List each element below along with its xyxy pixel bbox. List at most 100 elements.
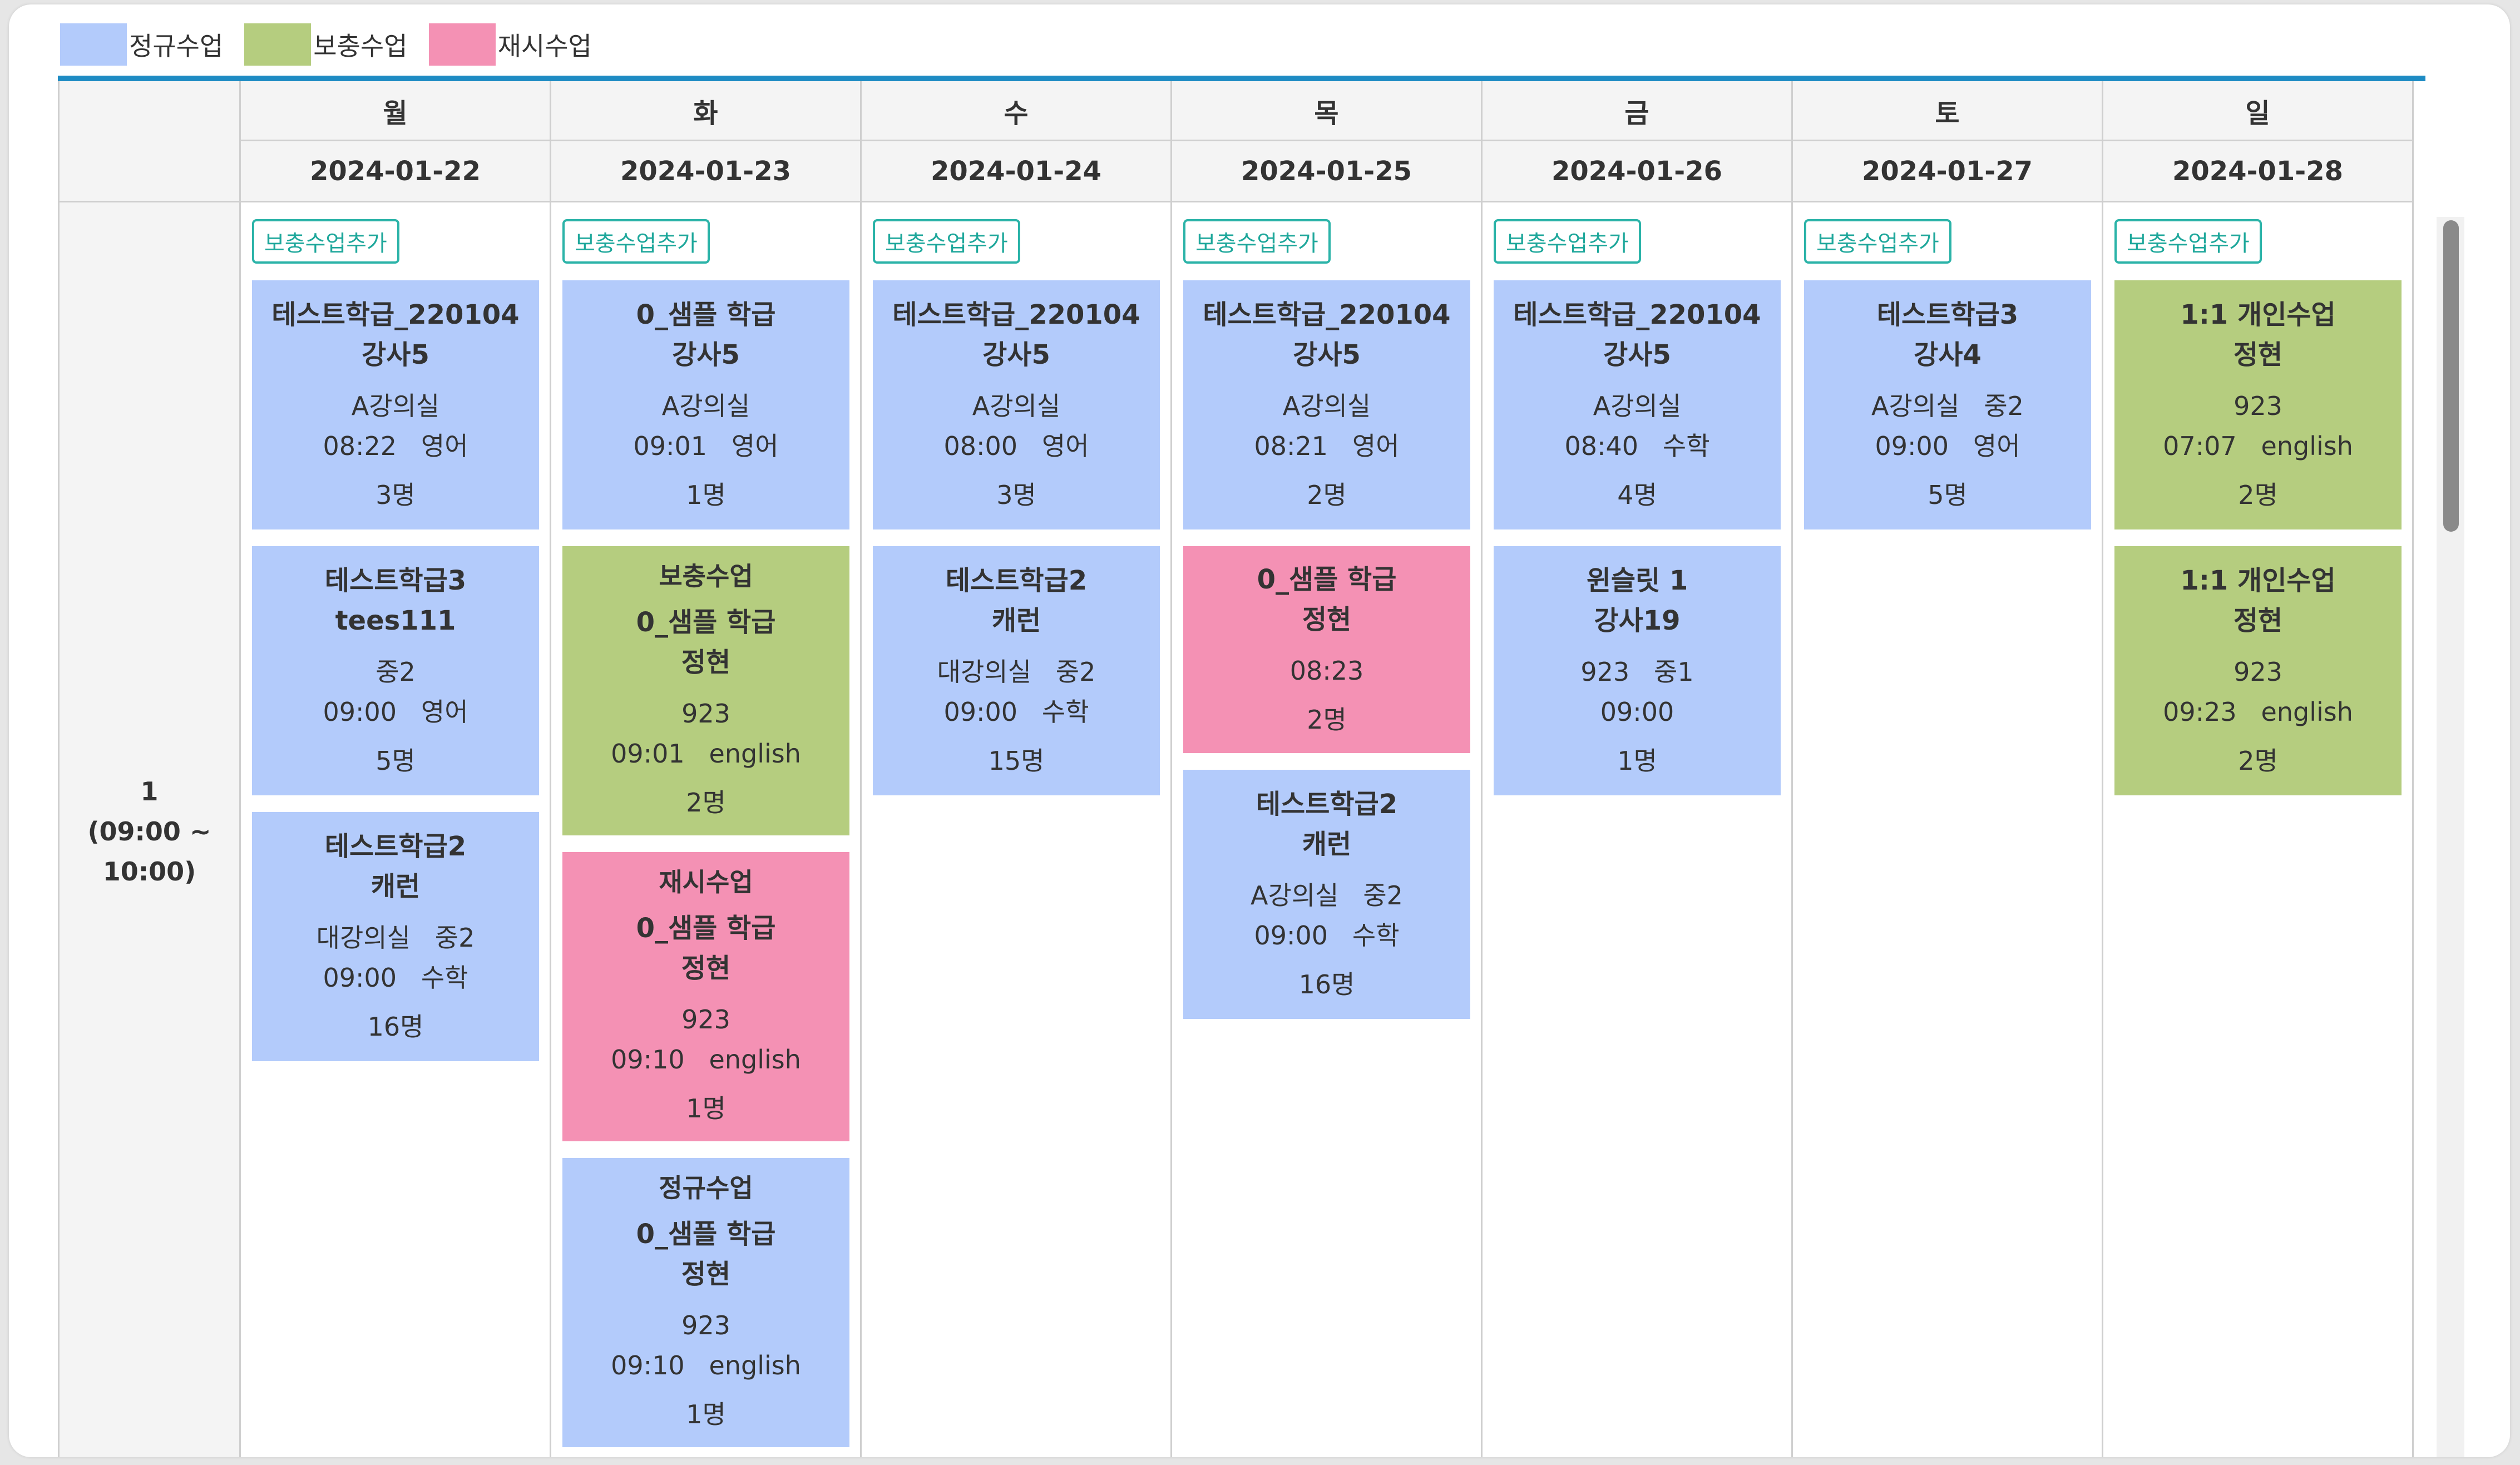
class-card[interactable]: 0_샘플 학급 강사5 A강의실 09:01 영어 1명 — [562, 280, 849, 529]
class-info: 923 중1 — [1580, 657, 1694, 687]
day-column: 보충수업추가테스트학급_220104 강사5 A강의실 08:22 영어 3명테스트학급… — [241, 202, 551, 1457]
period-number: 1 — [140, 776, 159, 806]
class-info: 923 — [681, 699, 730, 729]
class-info: 09:00 영어 — [323, 697, 468, 727]
add-supplementary-class-button[interactable]: 보충수업추가 — [873, 219, 1020, 264]
class-card[interactable]: 정규수업 0_샘플 학급 정현 923 09:10 english 1명 — [562, 1158, 849, 1447]
class-info: 09:00 — [1600, 697, 1674, 727]
class-info: 08:23 — [1289, 656, 1364, 686]
class-info: 09:01 english — [611, 739, 801, 769]
add-supplementary-class-button[interactable]: 보충수업추가 — [1183, 219, 1331, 264]
teacher-name: 정현 — [2233, 605, 2283, 636]
teacher-name: 캐런 — [1302, 829, 1352, 860]
class-info: 09:10 english — [611, 1350, 801, 1380]
class-info: 중2 — [375, 657, 416, 687]
legend-swatch-supplementary — [244, 23, 312, 66]
weekday-header: 일 — [2103, 81, 2414, 141]
class-name: 0_샘플 학급 — [636, 1219, 776, 1250]
day-column: 보충수업추가 테스트학급3 강사4 A강의실 중2 09:00 영어 5명 — [1793, 202, 2103, 1457]
day-column: 보충수업추가 1:1 개인수업 정현 923 07:07 english 2명 1:1 개인… — [2103, 202, 2414, 1457]
add-supplementary-class-button[interactable]: 보충수업추가 — [252, 219, 399, 264]
student-count: 2명 — [686, 788, 726, 818]
class-card[interactable]: 테스트학급2 캐런 대강의실 중2 09:00 수학 15명 — [873, 546, 1160, 795]
class-info: A강의실 — [661, 391, 750, 421]
date-header: 2024-01-27 — [1793, 141, 2103, 202]
date-header: 2024-01-24 — [862, 141, 1172, 202]
day-column: 보충수업추가 테스트학급_220104 강사5 A강의실 08:00 영어 3명 테스트학급… — [862, 202, 1172, 1457]
vertical-scrollbar[interactable] — [2437, 217, 2464, 1457]
class-card[interactable]: 테스트학급2 캐런대강의실 중2 09:00 수학 16명 — [252, 812, 539, 1061]
scrollbar-thumb[interactable] — [2443, 220, 2459, 532]
class-type-label: 보충수업 — [659, 561, 753, 591]
class-card[interactable]: 테스트학급_220104 강사5 A강의실 08:40 수학 4명 — [1494, 280, 1781, 529]
student-count: 16명 — [367, 1012, 424, 1042]
class-card[interactable]: 테스트학급2 캐런 A강의실 중2 09:00 수학 16명 — [1183, 770, 1470, 1019]
class-name: 테스트학급2 — [1256, 789, 1398, 820]
class-name: 테스트학급2 — [324, 831, 467, 862]
class-name: 1:1 개인수업 — [2180, 299, 2336, 330]
day-column: 보충수업추가 0_샘플 학급 강사5 A강의실 09:01 영어 1명 보충수업 0_샘플 학… — [551, 202, 862, 1457]
date-header: 2024-01-23 — [551, 141, 862, 202]
class-info: 09:00 수학 — [323, 963, 468, 993]
class-info: 09:00 영어 — [1875, 431, 2020, 461]
student-count: 5명 — [375, 746, 416, 776]
add-supplementary-class-button[interactable]: 보충수업추가 — [562, 219, 710, 264]
student-count: 2명 — [2238, 746, 2278, 776]
class-info: 대강의실 중2 — [316, 923, 475, 953]
teacher-name: 정현 — [2233, 339, 2283, 370]
class-card[interactable]: 1:1 개인수업 정현 923 07:07 english 2명 — [2114, 280, 2402, 529]
teacher-name: 강사5 — [1603, 339, 1671, 370]
add-supplementary-class-button[interactable]: 보충수업추가 — [1494, 219, 1641, 264]
teacher-name: 강사5 — [362, 339, 429, 370]
class-name: 0_샘플 학급 — [636, 299, 776, 330]
class-card[interactable]: 보충수업 0_샘플 학급 정현 923 09:01 english 2명 — [562, 546, 849, 835]
legend-label: 재시수업 — [497, 31, 592, 61]
class-info: 09:00 수학 — [1254, 920, 1400, 951]
class-name: 테스트학급_220104 — [1203, 299, 1451, 330]
teacher-name: 강사19 — [1594, 605, 1681, 636]
weekday-header: 월 — [241, 81, 551, 141]
add-supplementary-class-button[interactable]: 보충수업추가 — [1804, 219, 1951, 264]
class-name: 테스트학급_220104 — [1513, 299, 1761, 330]
teacher-name: 강사5 — [672, 339, 740, 370]
student-count: 2명 — [1307, 705, 1347, 735]
class-info: 대강의실 중2 — [937, 657, 1096, 687]
class-name: 테스트학급3 — [324, 565, 467, 596]
class-card[interactable]: 테스트학급_220104 강사5 A강의실 08:00 영어 3명 — [873, 280, 1160, 529]
class-name: 테스트학급_220104 — [892, 299, 1140, 330]
class-info: 923 — [681, 1004, 730, 1035]
class-name: 1:1 개인수업 — [2180, 565, 2336, 596]
legend-label: 보충수업 — [313, 31, 408, 61]
weekday-header: 목 — [1172, 81, 1483, 141]
student-count: 4명 — [1617, 480, 1657, 510]
weekday-header: 화 — [551, 81, 862, 141]
day-column: 보충수업추가 테스트학급_220104 강사5 A강의실 08:40 수학 4명 윈슬릿 1… — [1483, 202, 1793, 1457]
class-info: 09:10 english — [611, 1045, 801, 1075]
weekday-header: 토 — [1793, 81, 2103, 141]
class-card[interactable]: 재시수업 0_샘플 학급 정현 923 09:10 english 1명 — [562, 852, 849, 1141]
teacher-name: 캐런 — [370, 871, 421, 902]
teacher-name: 강사5 — [1293, 339, 1361, 370]
class-info: 08:40 수학 — [1564, 431, 1710, 461]
student-count: 2명 — [1307, 480, 1347, 510]
date-header: 2024-01-22 — [241, 141, 551, 202]
class-card[interactable]: 테스트학급3 강사4 A강의실 중2 09:00 영어 5명 — [1804, 280, 2091, 529]
student-count: 2명 — [2238, 480, 2278, 510]
class-name: 테스트학급3 — [1876, 299, 2019, 330]
class-card[interactable]: 테스트학급3 tees111 중2 09:00 영어 5명 — [252, 546, 539, 795]
class-name: 0_샘플 학급 — [636, 607, 776, 638]
class-name: 테스트학급2 — [945, 565, 1088, 596]
student-count: 3명 — [996, 480, 1036, 510]
class-info: 08:22 영어 — [323, 431, 468, 461]
student-count: 5명 — [1928, 480, 1968, 510]
class-card[interactable]: 테스트학급_220104 강사5 A강의실 08:22 영어 3명 — [252, 280, 539, 529]
teacher-name: 강사4 — [1914, 339, 1982, 370]
add-supplementary-class-button[interactable]: 보충수업추가 — [2114, 219, 2262, 264]
class-card[interactable]: 윈슬릿 1 강사19 923 중1 09:00 1명 — [1494, 546, 1781, 795]
class-type-label: 재시수업 — [659, 867, 753, 897]
class-card[interactable]: 테스트학급_220104 강사5 A강의실 08:21 영어 2명 — [1183, 280, 1470, 529]
class-card[interactable]: 0_샘플 학급 정현 08:23 2명 — [1183, 546, 1470, 753]
class-card[interactable]: 1:1 개인수업 정현 923 09:23 english 2명 — [2114, 546, 2402, 795]
class-info: 923 — [2234, 391, 2282, 421]
weekday-header: 수 — [862, 81, 1172, 141]
